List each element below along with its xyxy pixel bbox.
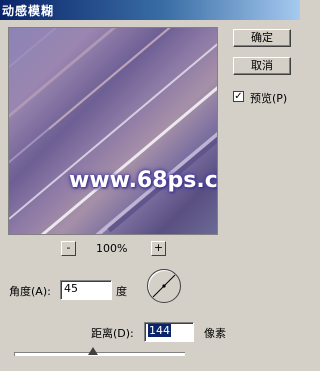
preview-checkbox-label: 预览(P) xyxy=(250,92,288,105)
distance-unit: 像素 xyxy=(204,327,226,340)
zoom-in-button[interactable]: + xyxy=(151,241,166,256)
watermark-text: www.68ps.com xyxy=(69,168,218,193)
distance-input[interactable]: 144 xyxy=(144,322,194,342)
preview-checkbox[interactable]: ✓ 预览(P) xyxy=(233,90,313,106)
angle-unit: 度 xyxy=(116,285,127,298)
angle-label: 角度(A): xyxy=(9,285,51,298)
distance-value: 144 xyxy=(148,324,171,337)
distance-label: 距离(D): xyxy=(91,327,134,340)
title-bar: 动感模糊 xyxy=(0,0,300,20)
dial-needle-icon xyxy=(152,274,176,298)
distance-slider-track[interactable] xyxy=(14,352,185,356)
distance-slider-thumb[interactable] xyxy=(88,347,99,355)
ok-button[interactable]: 确定 xyxy=(233,29,291,47)
angle-value: 45 xyxy=(64,282,78,295)
preview-image[interactable]: www.68ps.com xyxy=(8,27,218,235)
cancel-button[interactable]: 取消 xyxy=(233,57,291,75)
window-title: 动感模糊 xyxy=(2,4,55,18)
zoom-controls: - 100% + xyxy=(0,241,230,257)
zoom-out-button[interactable]: - xyxy=(61,241,76,256)
angle-input[interactable]: 45 xyxy=(60,280,112,300)
zoom-level: 100% xyxy=(96,242,128,255)
angle-dial[interactable] xyxy=(147,269,181,303)
checkbox-check-icon[interactable]: ✓ xyxy=(233,91,244,102)
